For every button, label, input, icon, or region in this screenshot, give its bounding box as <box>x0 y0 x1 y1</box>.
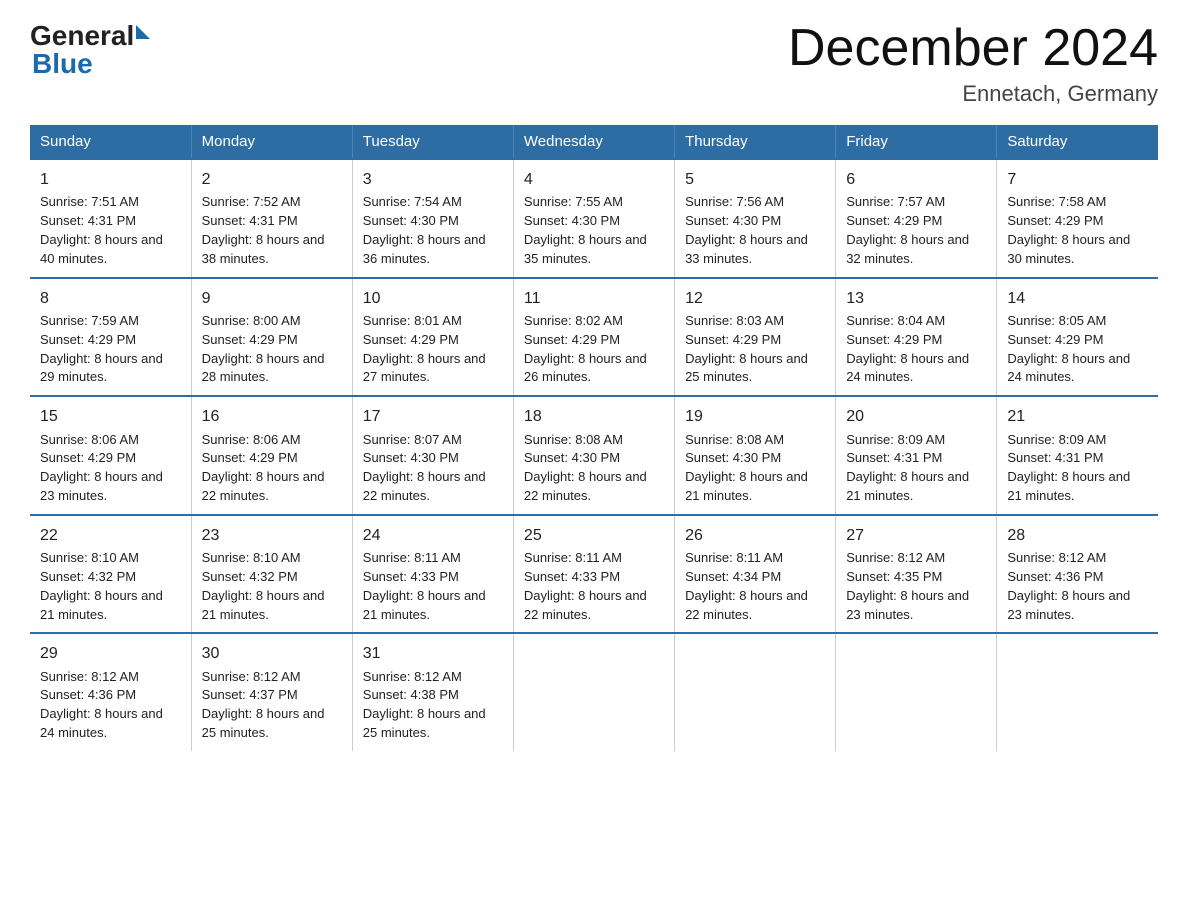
calendar-day-cell: 6Sunrise: 7:57 AMSunset: 4:29 PMDaylight… <box>836 159 997 278</box>
calendar-day-cell: 8Sunrise: 7:59 AMSunset: 4:29 PMDaylight… <box>30 278 191 397</box>
calendar-day-cell: 27Sunrise: 8:12 AMSunset: 4:35 PMDayligh… <box>836 515 997 634</box>
day-number: 7 <box>1007 168 1148 191</box>
column-header-friday: Friday <box>836 125 997 159</box>
day-number: 1 <box>40 168 181 191</box>
calendar-day-cell: 22Sunrise: 8:10 AMSunset: 4:32 PMDayligh… <box>30 515 191 634</box>
calendar-empty-cell <box>997 633 1158 751</box>
day-number: 13 <box>846 287 986 310</box>
calendar-day-cell: 31Sunrise: 8:12 AMSunset: 4:38 PMDayligh… <box>352 633 513 751</box>
calendar-day-cell: 15Sunrise: 8:06 AMSunset: 4:29 PMDayligh… <box>30 396 191 515</box>
calendar-day-cell: 2Sunrise: 7:52 AMSunset: 4:31 PMDaylight… <box>191 159 352 278</box>
day-number: 5 <box>685 168 825 191</box>
calendar-table: SundayMondayTuesdayWednesdayThursdayFrid… <box>30 125 1158 751</box>
day-number: 14 <box>1007 287 1148 310</box>
calendar-week-row: 8Sunrise: 7:59 AMSunset: 4:29 PMDaylight… <box>30 278 1158 397</box>
calendar-day-cell: 30Sunrise: 8:12 AMSunset: 4:37 PMDayligh… <box>191 633 352 751</box>
day-number: 24 <box>363 524 503 547</box>
calendar-day-cell: 16Sunrise: 8:06 AMSunset: 4:29 PMDayligh… <box>191 396 352 515</box>
title-section: December 2024 Ennetach, Germany <box>788 20 1158 107</box>
day-number: 21 <box>1007 405 1148 428</box>
calendar-day-cell: 13Sunrise: 8:04 AMSunset: 4:29 PMDayligh… <box>836 278 997 397</box>
day-number: 22 <box>40 524 181 547</box>
calendar-day-cell: 26Sunrise: 8:11 AMSunset: 4:34 PMDayligh… <box>675 515 836 634</box>
calendar-day-cell: 3Sunrise: 7:54 AMSunset: 4:30 PMDaylight… <box>352 159 513 278</box>
calendar-day-cell: 20Sunrise: 8:09 AMSunset: 4:31 PMDayligh… <box>836 396 997 515</box>
calendar-day-cell: 18Sunrise: 8:08 AMSunset: 4:30 PMDayligh… <box>513 396 674 515</box>
column-header-monday: Monday <box>191 125 352 159</box>
calendar-day-cell: 19Sunrise: 8:08 AMSunset: 4:30 PMDayligh… <box>675 396 836 515</box>
day-number: 8 <box>40 287 181 310</box>
day-number: 10 <box>363 287 503 310</box>
calendar-empty-cell <box>675 633 836 751</box>
day-number: 17 <box>363 405 503 428</box>
day-number: 28 <box>1007 524 1148 547</box>
calendar-week-row: 1Sunrise: 7:51 AMSunset: 4:31 PMDaylight… <box>30 159 1158 278</box>
logo: General Blue <box>30 20 150 80</box>
calendar-week-row: 15Sunrise: 8:06 AMSunset: 4:29 PMDayligh… <box>30 396 1158 515</box>
day-number: 3 <box>363 168 503 191</box>
calendar-day-cell: 17Sunrise: 8:07 AMSunset: 4:30 PMDayligh… <box>352 396 513 515</box>
calendar-day-cell: 9Sunrise: 8:00 AMSunset: 4:29 PMDaylight… <box>191 278 352 397</box>
day-number: 11 <box>524 287 664 310</box>
calendar-empty-cell <box>836 633 997 751</box>
day-number: 30 <box>202 642 342 665</box>
calendar-day-cell: 21Sunrise: 8:09 AMSunset: 4:31 PMDayligh… <box>997 396 1158 515</box>
column-header-tuesday: Tuesday <box>352 125 513 159</box>
calendar-empty-cell <box>513 633 674 751</box>
calendar-title: December 2024 <box>788 20 1158 77</box>
calendar-day-cell: 23Sunrise: 8:10 AMSunset: 4:32 PMDayligh… <box>191 515 352 634</box>
day-number: 26 <box>685 524 825 547</box>
column-header-sunday: Sunday <box>30 125 191 159</box>
calendar-subtitle: Ennetach, Germany <box>788 81 1158 107</box>
day-number: 31 <box>363 642 503 665</box>
day-number: 9 <box>202 287 342 310</box>
day-number: 6 <box>846 168 986 191</box>
day-number: 25 <box>524 524 664 547</box>
page-header: General Blue December 2024 Ennetach, Ger… <box>30 20 1158 107</box>
calendar-week-row: 22Sunrise: 8:10 AMSunset: 4:32 PMDayligh… <box>30 515 1158 634</box>
calendar-day-cell: 25Sunrise: 8:11 AMSunset: 4:33 PMDayligh… <box>513 515 674 634</box>
day-number: 20 <box>846 405 986 428</box>
day-number: 16 <box>202 405 342 428</box>
calendar-day-cell: 7Sunrise: 7:58 AMSunset: 4:29 PMDaylight… <box>997 159 1158 278</box>
column-header-saturday: Saturday <box>997 125 1158 159</box>
calendar-week-row: 29Sunrise: 8:12 AMSunset: 4:36 PMDayligh… <box>30 633 1158 751</box>
calendar-day-cell: 4Sunrise: 7:55 AMSunset: 4:30 PMDaylight… <box>513 159 674 278</box>
logo-arrow-icon <box>136 25 150 39</box>
day-number: 23 <box>202 524 342 547</box>
day-number: 18 <box>524 405 664 428</box>
day-number: 19 <box>685 405 825 428</box>
day-number: 15 <box>40 405 181 428</box>
calendar-day-cell: 11Sunrise: 8:02 AMSunset: 4:29 PMDayligh… <box>513 278 674 397</box>
calendar-header-row: SundayMondayTuesdayWednesdayThursdayFrid… <box>30 125 1158 159</box>
day-number: 2 <box>202 168 342 191</box>
column-header-wednesday: Wednesday <box>513 125 674 159</box>
day-number: 4 <box>524 168 664 191</box>
calendar-day-cell: 12Sunrise: 8:03 AMSunset: 4:29 PMDayligh… <box>675 278 836 397</box>
calendar-day-cell: 5Sunrise: 7:56 AMSunset: 4:30 PMDaylight… <box>675 159 836 278</box>
column-header-thursday: Thursday <box>675 125 836 159</box>
calendar-day-cell: 1Sunrise: 7:51 AMSunset: 4:31 PMDaylight… <box>30 159 191 278</box>
calendar-day-cell: 10Sunrise: 8:01 AMSunset: 4:29 PMDayligh… <box>352 278 513 397</box>
day-number: 27 <box>846 524 986 547</box>
calendar-day-cell: 28Sunrise: 8:12 AMSunset: 4:36 PMDayligh… <box>997 515 1158 634</box>
calendar-day-cell: 14Sunrise: 8:05 AMSunset: 4:29 PMDayligh… <box>997 278 1158 397</box>
calendar-day-cell: 29Sunrise: 8:12 AMSunset: 4:36 PMDayligh… <box>30 633 191 751</box>
day-number: 12 <box>685 287 825 310</box>
day-number: 29 <box>40 642 181 665</box>
logo-blue-text: Blue <box>30 48 93 80</box>
calendar-day-cell: 24Sunrise: 8:11 AMSunset: 4:33 PMDayligh… <box>352 515 513 634</box>
